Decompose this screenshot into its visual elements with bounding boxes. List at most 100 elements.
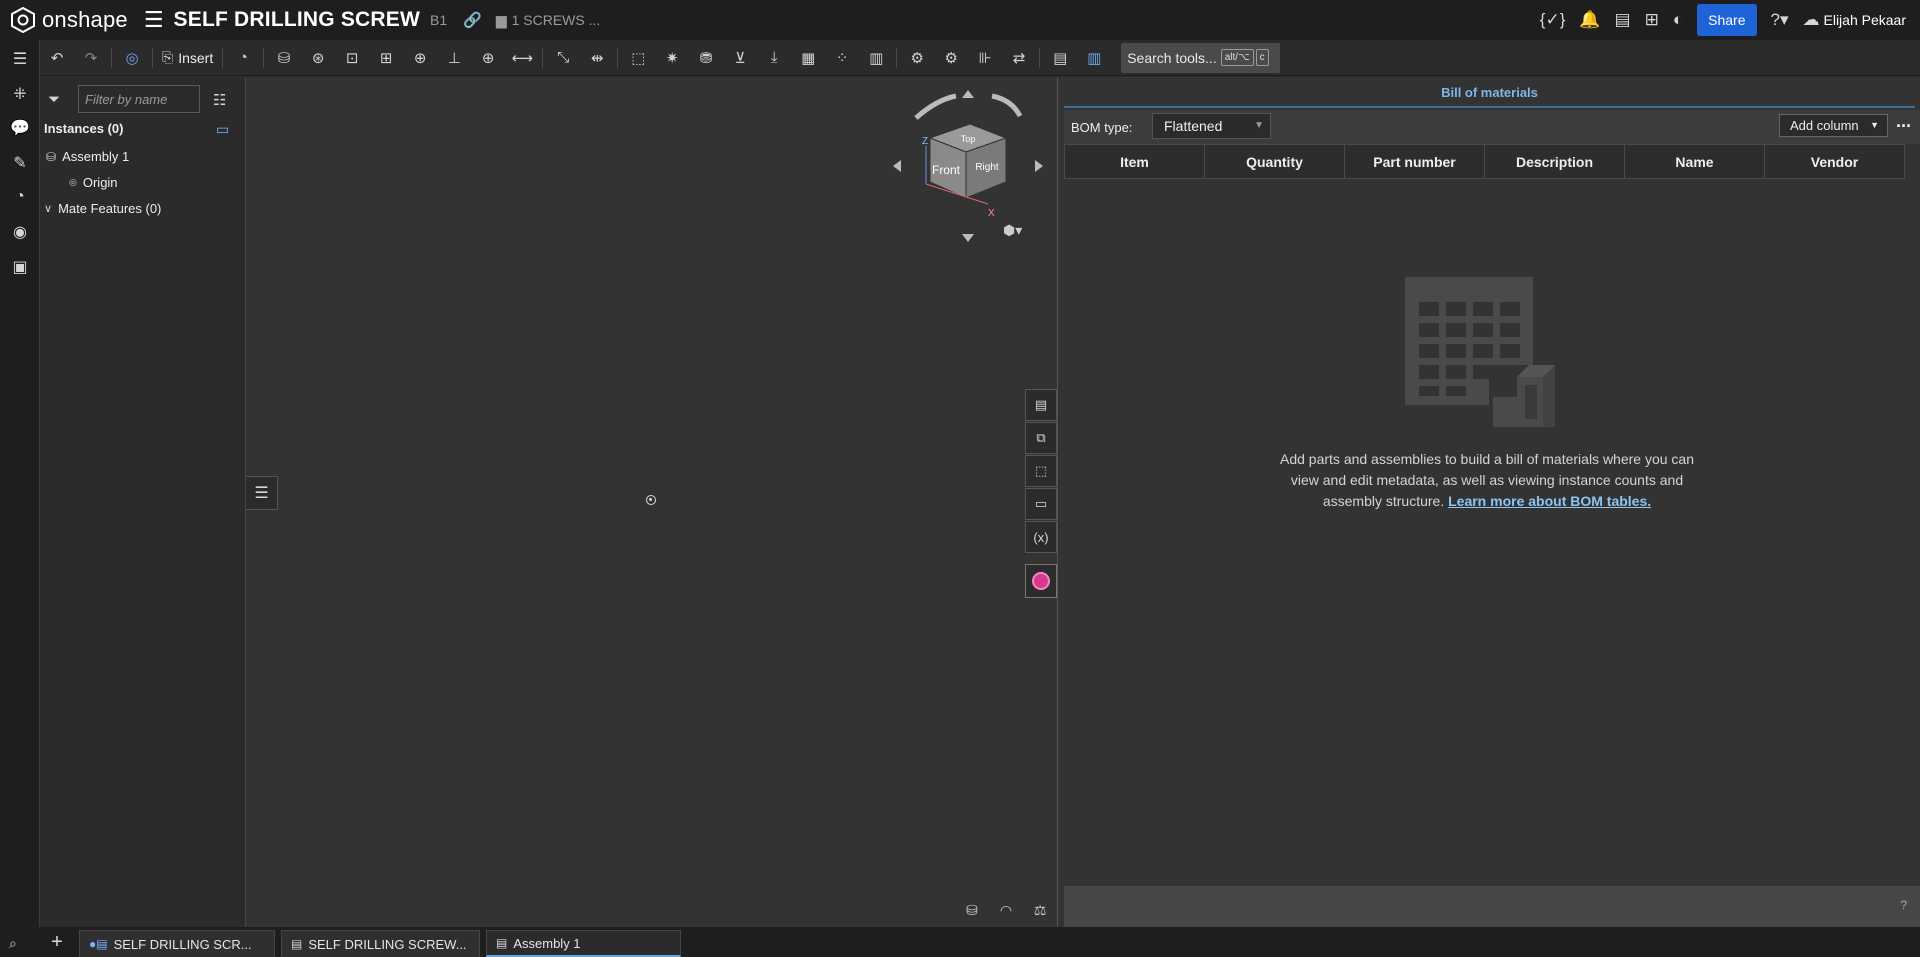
measure-icon[interactable]: ⊪ [968, 44, 1002, 72]
filter-input[interactable] [78, 85, 200, 113]
onshape-logo[interactable]: onshape [10, 7, 128, 33]
learn-more-bom-link[interactable]: Learn more about BOM tables. [1448, 493, 1651, 509]
group-icon[interactable]: ⬚ [621, 44, 655, 72]
add-folder-icon[interactable]: ▭ [216, 121, 229, 138]
section-view-icon[interactable]: ▤ [1043, 44, 1077, 72]
mate-connector-gear-icon[interactable]: ⚙ [934, 44, 968, 72]
bom-panel-tool[interactable]: ▤ [1025, 389, 1057, 421]
explode-icon[interactable]: ◔ [226, 44, 260, 72]
insert-button[interactable]: ⎘ Insert [156, 44, 219, 72]
variables-tool[interactable]: (x) [1025, 521, 1057, 553]
pattern-icon[interactable]: ⁘ [825, 44, 859, 72]
comments-icon[interactable]: 💬 [9, 117, 31, 139]
ball-mate-icon[interactable]: ⊕ [471, 44, 505, 72]
instances-header[interactable]: Instances (0) [44, 121, 123, 136]
filter-icon[interactable]: ⏷ [48, 91, 60, 108]
cylindrical-mate-icon[interactable]: ⊕ [403, 44, 437, 72]
column-header-item[interactable]: Item [1065, 145, 1205, 178]
release-icon[interactable]: ▤ [1615, 10, 1631, 30]
bom-toggle-icon[interactable]: ▥ [1077, 44, 1111, 72]
top-right-controls: {✓} 🔔 ▤ ⊞ ◐ Share ?▾ ☁ Elijah Pekaar [1540, 0, 1920, 40]
pin-slot-mate-icon[interactable]: ⊥ [437, 44, 471, 72]
list-view-icon[interactable]: ☷ [213, 91, 226, 109]
linear-relation-icon[interactable]: ⤓ [757, 44, 791, 72]
configurations-tool[interactable]: ⧉ [1025, 422, 1057, 454]
column-header-quantity[interactable]: Quantity [1205, 145, 1345, 178]
expand-panel-tab[interactable]: ☰ [246, 476, 278, 510]
tab-part-studio-1[interactable]: ●▤ SELF DRILLING SCR... [79, 930, 275, 957]
toolbar-divider [222, 47, 224, 68]
document-version[interactable]: B1 [430, 12, 447, 28]
link-icon[interactable]: 🔗 [463, 11, 482, 29]
column-header-name[interactable]: Name [1625, 145, 1765, 178]
folder-breadcrumb[interactable]: 1 SCREWS ... [512, 12, 601, 28]
gear-relation-icon[interactable]: ✷ [655, 44, 689, 72]
tab-part-studio-2[interactable]: ▤ SELF DRILLING SCREW... [281, 930, 480, 957]
origin-icon: ◎ [69, 177, 77, 187]
tree-item-origin[interactable]: ◎ Origin [69, 175, 118, 190]
tab-search-icon[interactable]: ⌕ [9, 935, 17, 952]
search-tools-label: Search tools... [1127, 49, 1217, 66]
bom-type-select[interactable]: Flattened ▼ [1152, 113, 1271, 139]
notifications-icon[interactable]: 🔔 [1579, 10, 1600, 30]
named-positions-icon[interactable]: ⇄ [1002, 44, 1036, 72]
undo-icon[interactable]: ↶ [40, 44, 74, 72]
share-button[interactable]: Share [1697, 4, 1757, 36]
more-options-icon[interactable]: ··· [1896, 116, 1912, 137]
tree-item-mate-features[interactable]: ∨ Mate Features (0) [44, 201, 161, 216]
rotate-right-arrow[interactable] [991, 93, 1023, 118]
regenerate-icon[interactable]: ◎ [115, 44, 149, 72]
planar-mate-icon[interactable]: ⊞ [369, 44, 403, 72]
view-right-arrow[interactable] [1035, 160, 1043, 172]
tree-item-assembly[interactable]: ⛁ Assembly 1 [46, 149, 129, 164]
rotate-left-arrow[interactable] [914, 93, 957, 120]
units-icon[interactable]: ⚖ [1023, 902, 1057, 919]
add-instance-icon[interactable]: ⁜ [9, 83, 31, 105]
top-bar: onshape ☰ SELF DRILLING SCREW B1 🔗 ▆ 1 S… [0, 0, 1920, 40]
column-header-vendor[interactable]: Vendor [1765, 145, 1904, 178]
fastened-mate-icon[interactable]: ⛁ [267, 44, 301, 72]
mass-properties-tool[interactable]: ▭ [1025, 488, 1057, 520]
user-name[interactable]: Elijah Pekaar [1824, 12, 1907, 28]
variable-studio-icon[interactable]: {✓} [1540, 10, 1566, 30]
appearance-tool[interactable] [1025, 564, 1057, 598]
notes-icon[interactable]: ✎ [9, 152, 31, 174]
document-title[interactable]: SELF DRILLING SCREW [174, 8, 420, 32]
rack-pinion-icon[interactable]: ⛃ [689, 44, 723, 72]
replicate-icon[interactable]: ▦ [791, 44, 825, 72]
search-tools-input[interactable]: Search tools... alt/⌥ c [1121, 42, 1281, 73]
inspect-icon[interactable]: ◉ [9, 221, 31, 243]
mirror-icon[interactable]: ▥ [859, 44, 893, 72]
view-cube-menu-icon[interactable]: ⬢▾ [1003, 222, 1022, 239]
parallel-mate-icon[interactable]: ⟷ [505, 44, 539, 72]
history-icon[interactable]: ◔ [9, 186, 31, 208]
properties-icon[interactable]: ▣ [9, 256, 31, 278]
view-left-arrow[interactable] [893, 160, 901, 172]
revolute-mate-icon[interactable]: ⊛ [301, 44, 335, 72]
render-mode-icon[interactable]: ◠ [989, 902, 1023, 919]
column-header-part-number[interactable]: Part number [1345, 145, 1485, 178]
view-cube[interactable]: Top Front Right Z X [888, 86, 1048, 246]
help-icon[interactable]: ?▾ [1771, 10, 1789, 30]
toolbar-divider [542, 47, 544, 68]
tangent-mate-icon[interactable]: ⤡ [546, 44, 580, 72]
view-up-arrow[interactable] [962, 90, 974, 98]
help-icon[interactable]: ? [1900, 898, 1907, 912]
named-views-tool[interactable]: ⬚ [1025, 455, 1057, 487]
width-mate-icon[interactable]: ⇹ [580, 44, 614, 72]
avatar[interactable]: ☁ [1803, 10, 1820, 30]
add-tab-button[interactable]: + [44, 930, 70, 954]
learning-center-icon[interactable]: ◐ [1673, 10, 1683, 30]
add-column-button[interactable]: Add column ▼ [1779, 114, 1888, 137]
app-store-icon[interactable]: ⊞ [1645, 10, 1659, 30]
redo-icon[interactable]: ↷ [74, 44, 108, 72]
menu-icon[interactable]: ☰ [144, 7, 164, 33]
slider-mate-icon[interactable]: ⊡ [335, 44, 369, 72]
screw-relation-icon[interactable]: ⊻ [723, 44, 757, 72]
mate-connector-icon[interactable]: ⚙ [900, 44, 934, 72]
feature-list-icon[interactable]: ☰ [9, 48, 31, 70]
view-down-arrow[interactable] [962, 234, 974, 242]
display-mode-icon[interactable]: ⛁ [955, 902, 989, 919]
tab-assembly-1[interactable]: ▤ Assembly 1 [486, 930, 681, 957]
column-header-description[interactable]: Description [1485, 145, 1625, 178]
